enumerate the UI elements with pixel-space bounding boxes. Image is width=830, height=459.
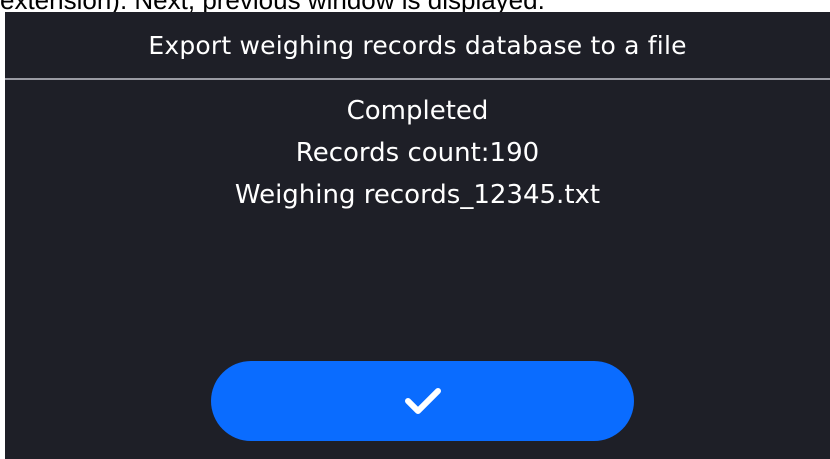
records-count-text: Records count:190 [295,138,540,168]
confirm-button[interactable] [211,361,634,441]
dialog-title: Export weighing records database to a fi… [148,31,687,60]
filename-text: Weighing records_12345.txt [234,180,601,210]
status-text: Completed [346,96,489,126]
dialog-message: Completed Records count:190 Weighing rec… [5,90,830,216]
page: extension). Next, previous window is dis… [0,0,830,459]
header-divider [5,78,830,80]
dialog-header: Export weighing records database to a fi… [5,12,830,79]
checkmark-icon [404,388,441,414]
device-screen: Export weighing records database to a fi… [5,12,830,459]
